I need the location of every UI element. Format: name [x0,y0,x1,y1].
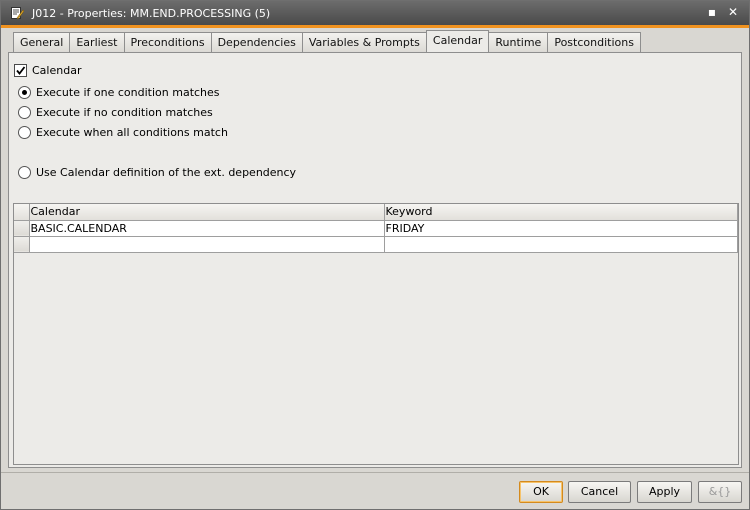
tab-dependencies[interactable]: Dependencies [210,32,302,52]
radio-ext-dependency-label: Use Calendar definition of the ext. depe… [36,166,297,179]
radio-all-match[interactable] [18,126,31,139]
calendar-grid: Calendar Keyword BASIC.CALENDAR FRIDAY [13,203,739,465]
tab-calendar[interactable]: Calendar [425,30,490,52]
tab-preconditions[interactable]: Preconditions [123,32,211,52]
radio-no-match-label: Execute if no condition matches [36,106,213,119]
ok-button[interactable]: OK [519,481,563,503]
variable-icon: &{} [708,485,732,498]
accent-bar [1,25,749,28]
grid-header-row: Calendar Keyword [14,204,738,221]
variable-button[interactable]: &{} [698,481,742,503]
radio-ext-dependency[interactable] [18,166,31,179]
cell-calendar[interactable] [29,236,385,253]
calendar-panel: Calendar Execute if one condition matche… [8,52,742,468]
calendar-checkbox-label: Calendar [32,64,82,77]
radio-one-match-label: Execute if one condition matches [36,86,220,99]
cell-keyword[interactable] [384,236,738,253]
title-bar[interactable]: J012 - Properties: MM.END.PROCESSING (5)… [1,1,749,25]
close-icon[interactable]: ✕ [727,6,739,18]
radio-one-match[interactable] [18,86,31,99]
tab-postconditions[interactable]: Postconditions [547,32,641,52]
option-ext-dependency[interactable]: Use Calendar definition of the ext. depe… [18,166,296,179]
table-row[interactable]: BASIC.CALENDAR FRIDAY [14,220,738,237]
cell-calendar[interactable]: BASIC.CALENDAR [29,220,385,237]
window-title: J012 - Properties: MM.END.PROCESSING (5) [32,6,271,20]
radio-all-match-label: Execute when all conditions match [36,126,228,139]
tab-earliest[interactable]: Earliest [69,32,124,52]
row-header-corner [14,204,30,221]
option-one-match[interactable]: Execute if one condition matches [18,86,220,99]
checkmark-icon [16,66,26,75]
tab-bar: General Earliest Preconditions Dependenc… [13,30,641,52]
apply-button[interactable]: Apply [637,481,692,503]
tab-runtime[interactable]: Runtime [489,32,548,52]
option-no-match[interactable]: Execute if no condition matches [18,106,213,119]
tab-variables-prompts[interactable]: Variables & Prompts [301,32,426,52]
table-row[interactable] [14,236,738,253]
column-header-keyword[interactable]: Keyword [384,204,738,221]
column-header-calendar[interactable]: Calendar [29,204,385,221]
cancel-button[interactable]: Cancel [568,481,631,503]
tab-general[interactable]: General [13,32,70,52]
properties-dialog: J012 - Properties: MM.END.PROCESSING (5)… [0,0,750,510]
calendar-checkbox[interactable] [14,64,27,77]
row-header[interactable] [14,236,30,253]
radio-no-match[interactable] [18,106,31,119]
option-all-match[interactable]: Execute when all conditions match [18,126,228,139]
properties-icon [10,6,25,20]
footer-divider [1,472,749,473]
row-header[interactable] [14,220,30,237]
calendar-enable-row[interactable]: Calendar [14,64,81,77]
minimize-icon[interactable]: ▪ [706,6,718,18]
cell-keyword[interactable]: FRIDAY [384,220,738,237]
